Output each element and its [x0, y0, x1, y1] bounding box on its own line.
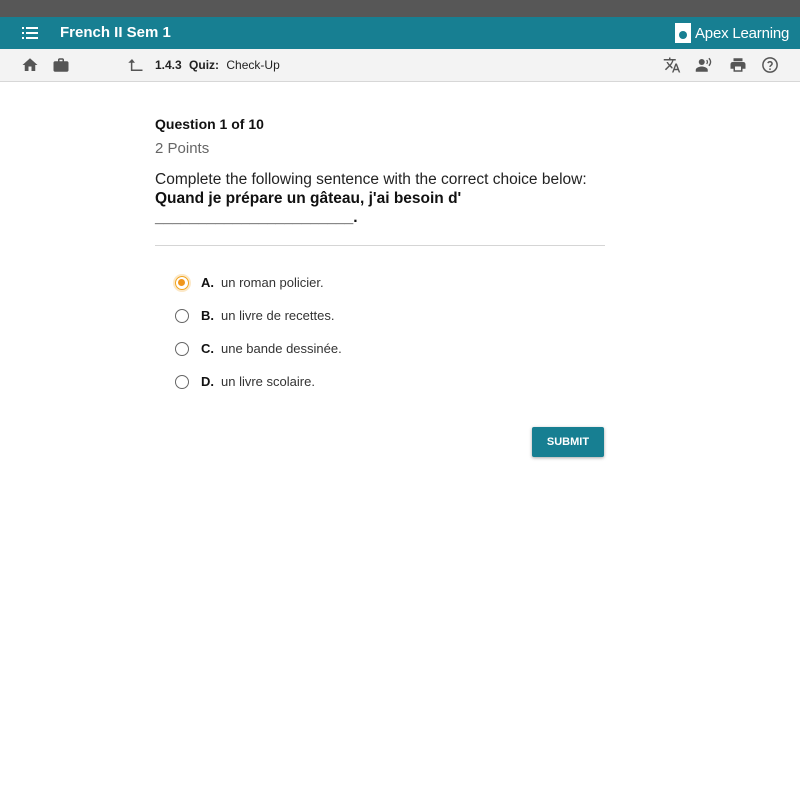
submit-button[interactable]: SUBMIT — [532, 427, 604, 457]
radio-button-selected[interactable] — [175, 275, 189, 290]
choice-letter: B. — [201, 308, 214, 323]
apex-learning-logo: Apex Learning — [675, 22, 789, 44]
menu-icon[interactable] — [22, 26, 38, 40]
course-title: French II Sem 1 — [60, 24, 171, 41]
logo-text: Apex Learning — [695, 24, 790, 42]
help-icon[interactable] — [761, 56, 779, 74]
question-prompt: Complete the following sentence with the… — [155, 171, 587, 188]
print-icon[interactable] — [729, 56, 747, 74]
activity-name: Check-Up — [226, 58, 280, 72]
choice-text: une bande dessinée. — [221, 341, 342, 356]
choice-letter: C. — [201, 341, 214, 356]
up-arrow-icon[interactable] — [126, 56, 144, 74]
breadcrumb: 1.4.3 Quiz: Check-Up — [155, 58, 280, 72]
choice-text: un livre de recettes. — [221, 308, 335, 323]
translate-icon[interactable] — [663, 56, 681, 74]
choice-d[interactable]: D. un livre scolaire. — [175, 365, 605, 398]
choice-text: un roman policier. — [221, 275, 324, 290]
toolbar: 1.4.3 Quiz: Check-Up — [0, 49, 800, 82]
question-sentence: Quand je prépare un gâteau, j'ai besoin … — [155, 190, 462, 207]
home-icon[interactable] — [21, 56, 39, 74]
question-blank: _______________________. — [155, 209, 358, 226]
section-number: 1.4.3 — [155, 58, 182, 72]
briefcase-icon[interactable] — [52, 56, 70, 74]
choice-text: un livre scolaire. — [221, 374, 315, 389]
question-points: 2 Points — [155, 140, 210, 157]
read-aloud-icon[interactable] — [695, 56, 713, 74]
choice-b[interactable]: B. un livre de recettes. — [175, 299, 605, 332]
question-number: Question 1 of 10 — [155, 116, 264, 132]
system-status-bar — [0, 0, 800, 17]
choice-letter: A. — [201, 275, 214, 290]
divider — [155, 245, 605, 246]
radio-button[interactable] — [175, 374, 189, 389]
radio-button[interactable] — [175, 308, 189, 323]
activity-type: Quiz: — [189, 58, 220, 72]
apex-logo-icon — [675, 23, 691, 43]
answer-choices: A. un roman policier. B. un livre de rec… — [175, 266, 605, 398]
question-panel: Question 1 of 10 2 Points Complete the f… — [155, 116, 605, 398]
choice-letter: D. — [201, 374, 214, 389]
app-header: French II Sem 1 Apex Learning — [0, 17, 800, 49]
choice-a[interactable]: A. un roman policier. — [175, 266, 605, 299]
radio-button[interactable] — [175, 341, 189, 356]
choice-c[interactable]: C. une bande dessinée. — [175, 332, 605, 365]
